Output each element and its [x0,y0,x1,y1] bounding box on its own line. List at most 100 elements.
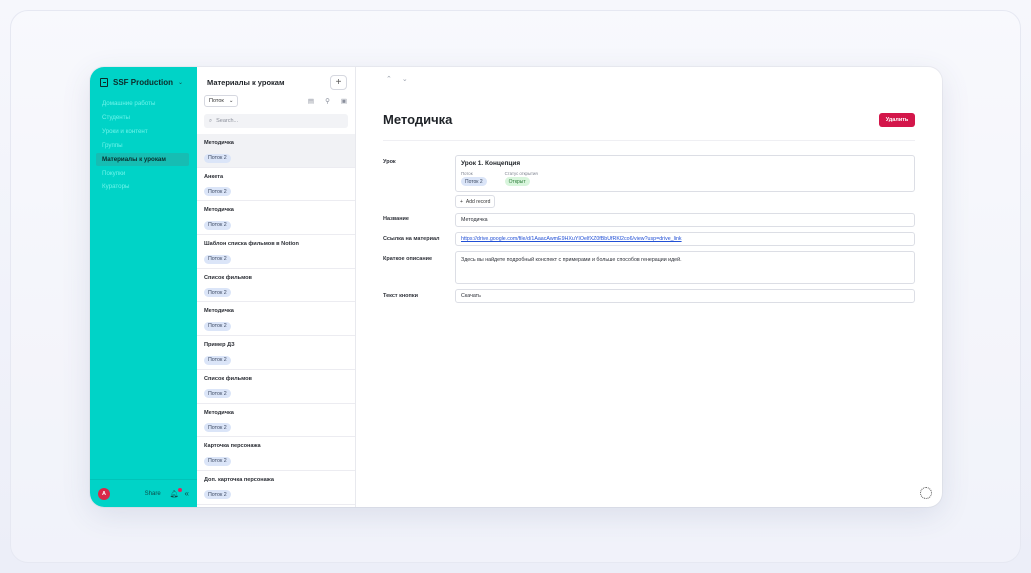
add-linked-record-button[interactable]: + Add record [455,195,496,208]
stream-tag: Поток 2 [204,220,231,230]
list-item[interactable]: Пример ДЗ Поток 2 [197,336,355,370]
stream-tag: Поток 2 [461,177,487,186]
filter-label: Поток [209,98,224,104]
sidebar: SSF Production ⌄ Домашние работы Студент… [90,67,197,507]
search-input[interactable]: ⌕ Search... [204,114,348,128]
list-item-title: Методичка [204,308,234,315]
list-toolbar: Поток ⌄ ▤ ⚲ ▣ [197,90,355,107]
stream-filter-select[interactable]: Поток ⌄ [204,95,239,107]
search-icon: ⌕ [209,117,213,124]
page-title: Методичка [383,112,453,127]
search-placeholder: Search... [216,118,239,124]
sidebar-item-purchases[interactable]: Покупки [90,166,197,180]
lesson-label: Урок [383,159,396,165]
stream-tag: Поток 2 [204,321,231,331]
status-label: Статус открытия [504,171,538,176]
view-options-icon[interactable]: ▣ [341,97,347,105]
list-item-title: Список фильмов [204,375,252,382]
record-navigation: ⌃ ⌄ [386,75,408,83]
plus-icon: + [460,198,463,205]
status-badge: Открыт [504,177,530,186]
sidebar-item-curators[interactable]: Кураторы [90,180,197,194]
stream-tag: Поток 2 [204,490,231,500]
bell-icon[interactable]: 🔔︎ [170,487,182,498]
stream-tag: Поток 2 [204,423,231,432]
list-item-title: Пример ДЗ [204,342,235,349]
record-detail: ⌃ ⌄ Методичка Удалить Урок Урок 1. Конце… [356,67,942,507]
notification-badge [177,487,182,492]
list-item[interactable]: Шаблон списка фильмов в Notion Поток 2 [197,235,355,269]
list-item[interactable]: Методичка Поток 2 [197,201,355,236]
list-item-title: Список фильмов [204,274,252,281]
sidebar-nav: Домашние работы Студенты Уроки и контент… [90,97,197,194]
delete-button[interactable]: Удалить [879,113,915,127]
list-item-title: Анкета [204,173,224,180]
name-field[interactable]: Методичка [455,213,915,227]
sidebar-item-lessons[interactable]: Уроки и контент [90,125,197,139]
description-value: Здесь вы найдете подробный конспект с пр… [461,257,682,263]
stream-label: Поток [461,171,473,176]
sidebar-item-materials[interactable]: Материалы к урокам [96,152,189,167]
list-item[interactable]: Список фильмов Поток 2 [197,370,355,404]
list-item[interactable]: Методичка Поток 2 [197,134,355,168]
add-record-label: Add record [465,198,491,205]
list-title: Материалы к урокам [207,78,285,87]
lesson-title: Урок 1. Концепция [461,160,521,167]
lesson-stream: Поток Поток 2 [461,171,487,186]
list-item-title: Карточка персонажа [204,443,261,450]
sidebar-item-students[interactable]: Студенты [90,111,197,125]
list-item-title: Шаблон списка фильмов в Notion [204,241,299,248]
sidebar-item-groups[interactable]: Группы [90,139,197,153]
list-item[interactable]: Карточка персонажа Поток 2 [197,437,355,471]
toolbar-icons: ▤ ⚲ ▣ [308,97,347,105]
share-button[interactable]: Share [145,491,161,497]
avatar[interactable]: A [98,487,110,500]
chevron-down-icon: ⌄ [228,98,234,104]
list-item[interactable]: Методичка Поток 2 [197,302,355,337]
chevron-down-icon[interactable]: ⌄ [402,75,408,83]
button-text-value: Скачать [461,293,481,299]
lesson-linked-record[interactable]: Урок 1. Концепция Поток Поток 2 Статус о… [455,155,915,192]
list-item-title: Методичка [204,207,234,214]
chevron-up-icon[interactable]: ⌃ [386,75,392,83]
lesson-status: Статус открытия Открыт [504,171,538,186]
workspace-logo-icon [100,78,108,87]
button-text-label: Текст кнопки [383,293,418,299]
sidebar-item-homework[interactable]: Домашние работы [90,97,197,111]
sidebar-footer: A Share 🔔︎ « [90,479,197,507]
stream-tag: Поток 2 [204,254,231,264]
list-item[interactable]: Анкета Поток 2 [197,168,355,202]
stream-tag: Поток 2 [204,456,231,466]
button-text-field[interactable]: Скачать [455,289,915,303]
material-link[interactable]: https://drive.google.com/file/d/1AaacAwm… [461,236,682,242]
records-list-panel: Материалы к урокам + Поток ⌄ ▤ ⚲ ▣ ⌕ Sea… [197,67,356,507]
link-field[interactable]: https://drive.google.com/file/d/1AaacAwm… [455,232,915,246]
list-item-title: Методичка [204,409,234,416]
description-field[interactable]: Здесь вы найдете подробный конспект с пр… [455,251,915,284]
list-item-title: Методичка [204,140,234,146]
workspace-name: SSF Production [113,78,173,87]
lesson-meta: Поток Поток 2 Статус открытия Открыт [461,171,909,186]
link-label: Ссылка на материал [383,236,440,242]
stream-tag: Поток 2 [204,187,231,197]
stream-tag: Поток 2 [204,355,231,365]
divider [383,140,915,141]
name-value: Методичка [461,217,488,223]
stream-tag: Поток 2 [204,153,231,163]
add-record-button[interactable]: + [330,75,347,90]
list-item[interactable]: Доп. карточка персонажа Поток 2 [197,471,355,505]
list-item[interactable]: Список фильмов Поток 2 [197,269,355,303]
records-list: Методичка Поток 2 Анкета Поток 2 Методич… [197,134,355,505]
stream-tag: Поток 2 [204,389,231,399]
filter-icon[interactable]: ⚲ [325,97,330,105]
name-label: Название [383,216,409,222]
layout-icon[interactable]: ▤ [308,97,314,105]
list-item[interactable]: Методичка Поток 2 [197,404,355,438]
loading-spinner-icon [920,487,932,499]
list-item-title: Доп. карточка персонажа [204,476,274,483]
chevron-down-icon: ⌄ [178,80,184,86]
description-label: Краткое описание [383,256,433,262]
workspace-switcher[interactable]: SSF Production ⌄ [90,67,197,87]
collapse-sidebar-icon[interactable]: « [185,489,189,498]
stream-tag: Поток 2 [204,288,231,298]
